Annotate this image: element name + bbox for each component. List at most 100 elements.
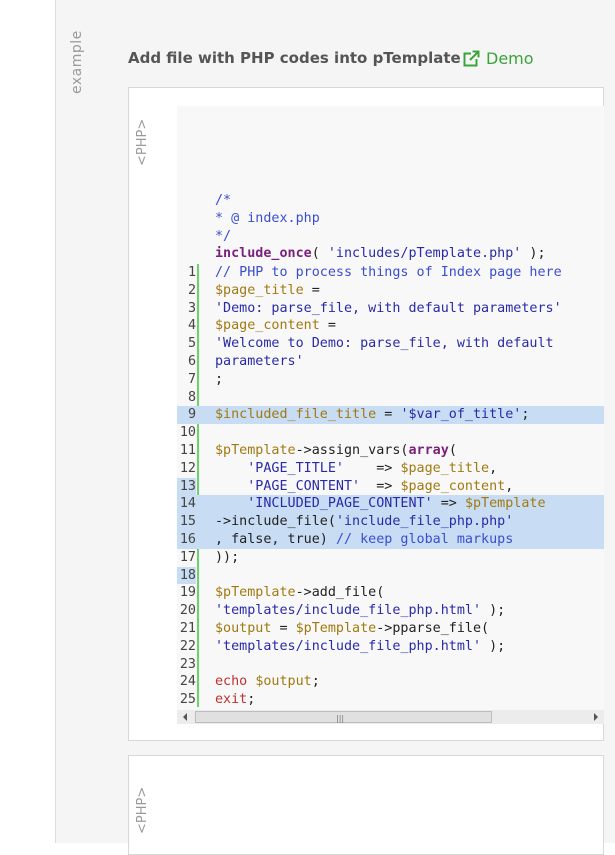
code-token: , false, true) xyxy=(215,531,336,547)
code-line: 24 echo $output; xyxy=(177,673,604,691)
line-number: 22 xyxy=(179,638,196,654)
line-number: 24 xyxy=(179,674,196,690)
scroll-left-arrow-icon[interactable] xyxy=(181,712,189,722)
code-line: 1 // PHP to process things of Index page … xyxy=(177,264,604,282)
line-code: $pTemplate->assign_vars(array( xyxy=(215,442,604,460)
code-token: ( xyxy=(311,246,328,262)
code-token: $pTemplate xyxy=(464,496,546,512)
line-number: 7 xyxy=(187,371,196,387)
code-line: 2 $page_title = xyxy=(177,282,604,300)
line-number: 17 xyxy=(179,549,196,565)
code-language-label-2: <PHP> xyxy=(133,774,153,834)
code-token: $page_title xyxy=(215,282,304,298)
code-token: /* xyxy=(215,193,232,208)
code-line: 10 xyxy=(177,424,604,442)
code-token: */ xyxy=(215,228,232,244)
line-number: 12 xyxy=(179,460,196,476)
line-number: 1 xyxy=(187,265,196,280)
code-token: 'INCLUDED_PAGE_CONTENT' xyxy=(247,496,433,512)
code-line: 20 'templates/include_file_php.html' ); xyxy=(177,602,604,620)
code-token: ); xyxy=(481,603,506,619)
code-token: 'includes/pTemplate.php' xyxy=(327,246,522,262)
code-line: 13 'PAGE_CONTENT' => $page_content, xyxy=(177,477,604,496)
code-token: 'Welcome to Demo: parse_file, with defau… xyxy=(215,336,554,352)
code-token: include_once xyxy=(215,246,312,262)
code-header-line: */ xyxy=(215,228,546,246)
line-code: 'Welcome to Demo: parse_file, with defau… xyxy=(215,335,604,353)
code-token: $page_content xyxy=(215,318,320,334)
code-line: 25 exit; xyxy=(177,691,604,709)
code-token: array xyxy=(408,442,449,458)
code-token: // PHP to process things of Index page h… xyxy=(215,265,562,280)
line-number: 9 xyxy=(187,407,196,423)
code-box: <PHP> /* * @ index.php */include_once( 'in… xyxy=(128,87,604,741)
line-number: 15 xyxy=(179,514,196,530)
code-language-text: <PHP> xyxy=(135,118,150,166)
code-token: echo xyxy=(215,674,248,690)
line-code: ; xyxy=(215,371,604,389)
code-token: // keep global markups xyxy=(335,531,514,547)
code-viewer[interactable]: /* * @ index.php */include_once( 'includes… xyxy=(177,106,604,724)
line-number: 8 xyxy=(187,389,196,405)
code-line: 18 xyxy=(177,566,604,585)
code-token: ->pparse_file( xyxy=(376,620,490,636)
line-code: $pTemplate->add_file( xyxy=(215,584,604,602)
line-code: 'templates/include_file_php.html' ); xyxy=(215,638,604,656)
code-line: 19 $pTemplate->add_file( xyxy=(177,584,604,602)
code-box-2: <PHP> xyxy=(128,755,604,855)
code-token: => xyxy=(432,496,465,512)
code-token: $page_content xyxy=(400,478,506,494)
horizontal-scrollbar[interactable]: ||| xyxy=(177,710,604,724)
scrollbar-thumb[interactable]: ||| xyxy=(195,711,492,723)
line-code: ->include_file('include_file_php.php' xyxy=(215,513,604,531)
code-line: 5 'Welcome to Demo: parse_file, with defa… xyxy=(177,335,604,353)
example-label-text: example xyxy=(69,30,85,94)
line-code: $output = $pTemplate->pparse_file( xyxy=(215,620,604,638)
code-token: parameters' xyxy=(215,353,304,369)
code-token: '$var_of_title' xyxy=(400,407,522,423)
code-token: 'PAGE_CONTENT' xyxy=(247,478,361,494)
code-token: , xyxy=(505,478,514,494)
line-code: 'PAGE_CONTENT' => $page_content, xyxy=(215,478,604,496)
code-line: 14 'INCLUDED_PAGE_CONTENT' => $pTemplate xyxy=(177,495,604,514)
code-token: ; xyxy=(215,371,224,387)
line-number: 25 xyxy=(179,692,196,708)
code-token: = xyxy=(319,318,336,334)
code-line: 23 xyxy=(177,656,604,674)
code-token: => xyxy=(344,460,401,476)
code-token: 'PAGE_TITLE' xyxy=(247,460,344,476)
line-number: 5 xyxy=(187,336,196,352)
code-token: $output xyxy=(215,620,272,636)
demo-link-label: Demo xyxy=(486,49,534,68)
code-token: ); xyxy=(481,638,506,654)
code-language-label: <PHP> xyxy=(133,106,153,166)
code-line: 11 $pTemplate->assign_vars(array( xyxy=(177,442,604,460)
scroll-right-arrow-icon[interactable] xyxy=(592,712,600,722)
line-number: 13 xyxy=(177,477,196,496)
code-token: 'include_file_php.php' xyxy=(335,514,514,530)
code-token: $page_title xyxy=(400,460,490,476)
code-language-text-2: <PHP> xyxy=(135,786,150,834)
code-line: 9 $included_file_title = '$var_of_title'; xyxy=(177,406,604,425)
line-number: 10 xyxy=(179,425,196,441)
code-token: ); xyxy=(521,246,546,262)
demo-link[interactable]: Demo xyxy=(463,49,534,68)
line-code: parameters' xyxy=(215,353,604,371)
code-token: => xyxy=(360,478,401,494)
code-line: 6 parameters' xyxy=(177,353,604,371)
code-line: 17)); xyxy=(177,549,604,567)
code-line: 21 $output = $pTemplate->pparse_file( xyxy=(177,620,604,638)
code-line: 7; xyxy=(177,371,604,389)
example-title: Add file with PHP codes into pTemplate xyxy=(128,49,461,67)
code-token: )); xyxy=(215,549,240,565)
code-token: $pTemplate xyxy=(215,442,296,458)
code-token: exit xyxy=(215,692,248,708)
code-token: 'templates/include_file_php.html' xyxy=(215,603,482,619)
line-code: 'PAGE_TITLE' => $page_title, xyxy=(215,460,604,478)
line-code: exit; xyxy=(215,691,604,709)
code-token: = xyxy=(376,407,401,423)
code-token: 'templates/include_file_php.html' xyxy=(215,638,482,654)
line-code: 'Demo: parse_file, with default paramete… xyxy=(215,300,604,318)
line-code: )); xyxy=(215,549,604,567)
